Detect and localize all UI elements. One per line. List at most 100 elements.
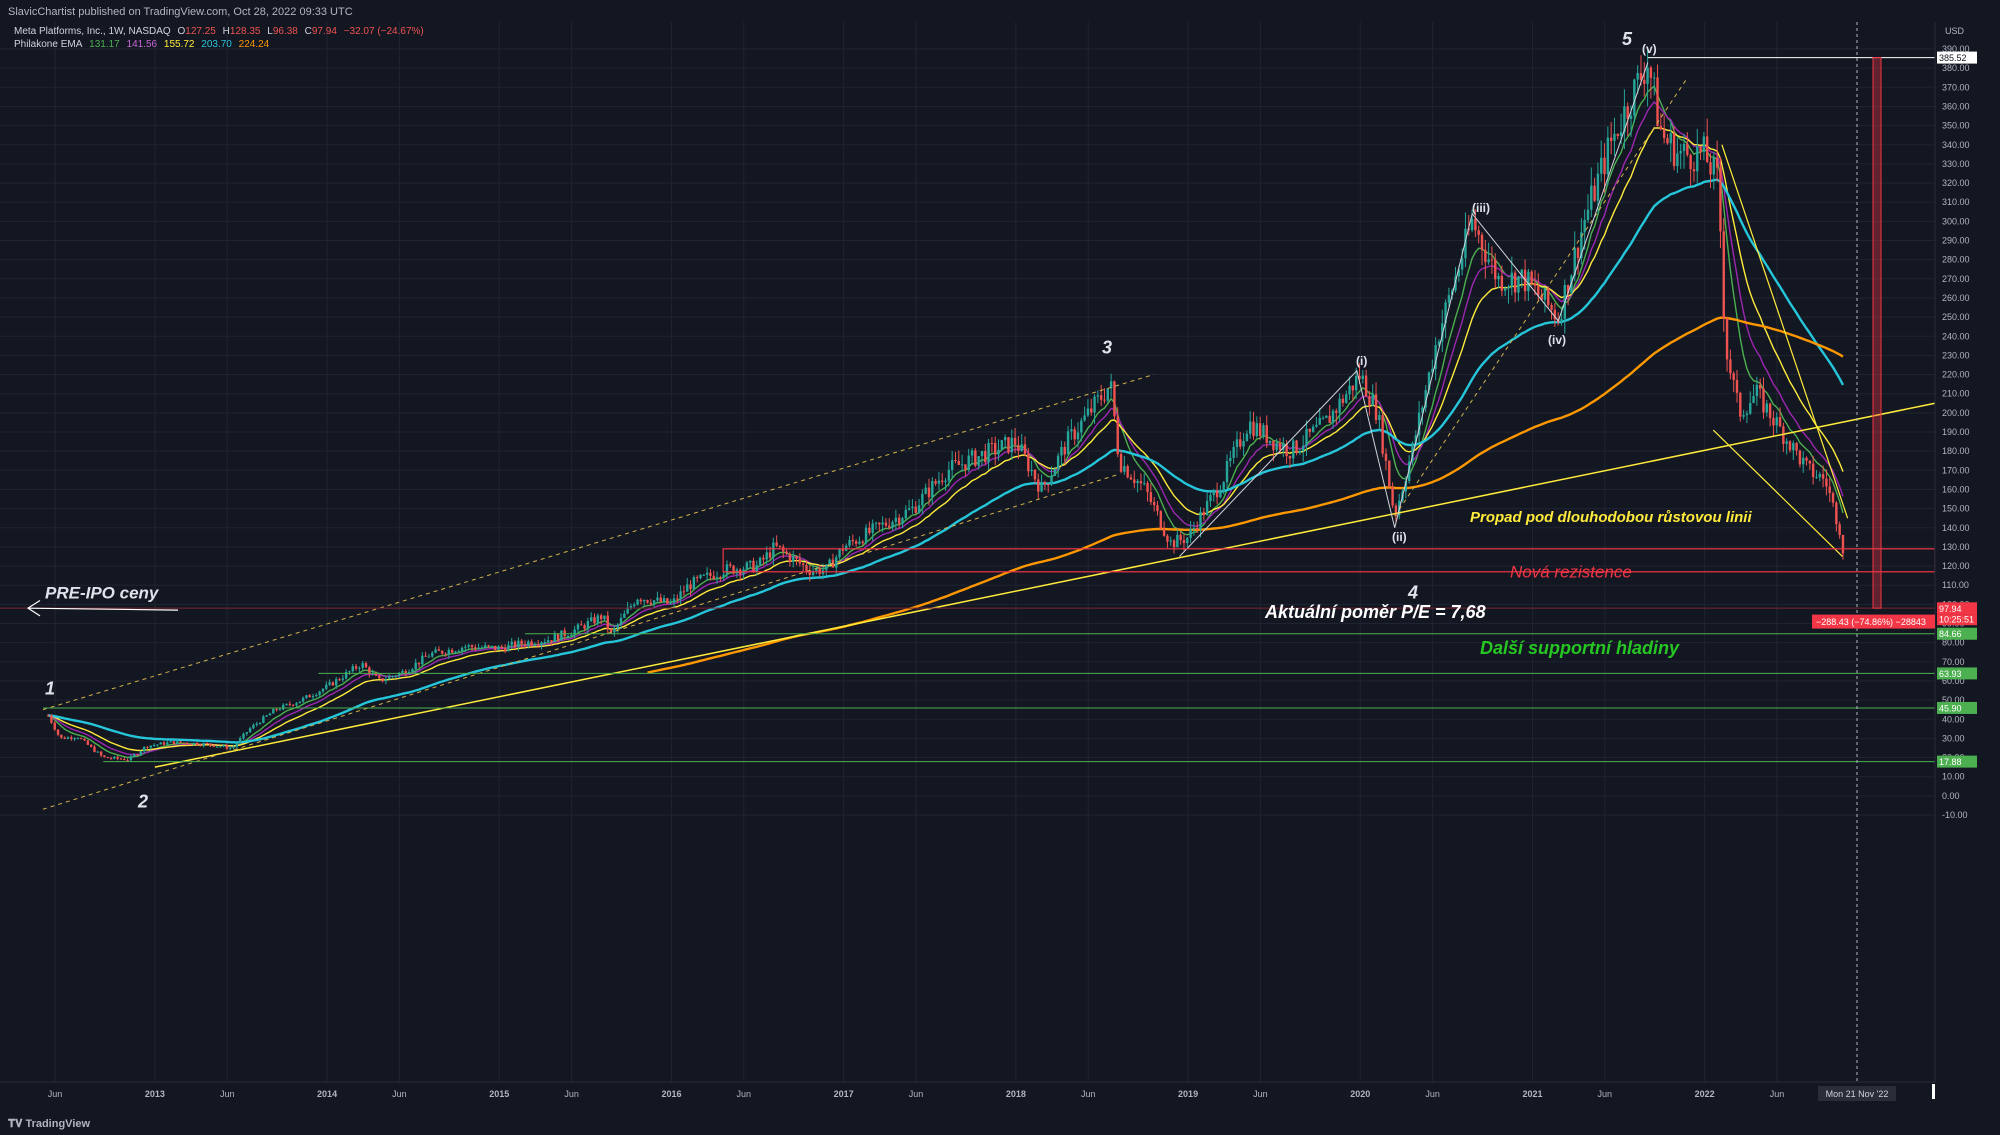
candle-up xyxy=(1255,423,1259,437)
candle-down xyxy=(1772,418,1775,426)
candle-up xyxy=(1232,447,1235,458)
candle-down xyxy=(189,744,192,746)
candle-down xyxy=(1113,381,1116,417)
candle-down xyxy=(1133,479,1136,484)
candle-up xyxy=(1123,466,1126,472)
candle-down xyxy=(719,577,722,579)
wave-3-label: 3 xyxy=(1102,337,1112,357)
pe-ratio-label: Aktuální poměr P/E = 7,68 xyxy=(1264,602,1486,622)
x-tick-label: 2013 xyxy=(145,1089,165,1099)
candle-up xyxy=(484,645,487,648)
candle-down xyxy=(199,745,202,747)
x-tick-label: Jun xyxy=(737,1089,752,1099)
candle-up xyxy=(321,688,325,692)
candle-down xyxy=(1841,534,1845,554)
candle-down xyxy=(556,634,560,641)
candle-down xyxy=(1656,77,1659,126)
candle-down xyxy=(762,557,765,560)
candle-down xyxy=(709,572,712,576)
candle-up xyxy=(838,548,841,558)
candle-down xyxy=(1335,410,1338,413)
y-tick-label: 310.00 xyxy=(1942,197,1970,207)
candle-down xyxy=(1811,463,1815,478)
candle-down xyxy=(1795,443,1798,451)
candle-down xyxy=(1288,456,1292,459)
candle-up xyxy=(1583,219,1586,233)
candle-down xyxy=(1278,442,1282,450)
candle-down xyxy=(83,738,86,741)
candle-down xyxy=(1758,384,1762,389)
candle-up xyxy=(1696,146,1699,172)
candle-down xyxy=(974,450,977,466)
candle-up xyxy=(517,640,520,648)
candle-down xyxy=(795,556,798,559)
y-tick-label: 110.00 xyxy=(1942,580,1969,590)
candle-up xyxy=(1298,450,1302,453)
candle-up xyxy=(623,613,626,618)
y-tick-label: 300.00 xyxy=(1942,216,1970,226)
candle-down xyxy=(50,715,53,723)
candle-up xyxy=(358,667,361,669)
candle-down xyxy=(1490,259,1494,261)
wave-4-label: 4 xyxy=(1407,583,1418,603)
candle-up xyxy=(1169,540,1172,542)
candle-up xyxy=(166,742,169,745)
candle-up xyxy=(1596,173,1600,201)
candle-down xyxy=(752,560,755,573)
candle-up xyxy=(265,715,268,717)
candle-down xyxy=(1046,484,1050,486)
candle-down xyxy=(1017,444,1020,451)
y-tick-label: 280.00 xyxy=(1942,255,1970,265)
candle-up xyxy=(391,676,394,678)
candle-down xyxy=(106,757,109,759)
candle-down xyxy=(1722,231,1725,319)
candle-up xyxy=(725,564,729,575)
price-chart[interactable]: USD390.00380.00370.00360.00350.00340.003… xyxy=(0,22,2000,1114)
candle-down xyxy=(1609,137,1613,141)
candle-up xyxy=(1613,133,1616,141)
y-tick-label: -10.00 xyxy=(1942,810,1968,820)
candle-up xyxy=(1487,259,1490,263)
candle-down xyxy=(1368,396,1371,406)
candle-up xyxy=(1053,468,1057,476)
chart-area[interactable]: USD 390.00 380.00 370.00 360.00 350.00 340.00 3… xyxy=(0,22,2000,1114)
candle-down xyxy=(861,541,864,544)
candle-up xyxy=(1305,428,1308,446)
candle-up xyxy=(950,460,954,470)
candle-up xyxy=(911,506,914,509)
candle-down xyxy=(1252,421,1255,437)
candle-up xyxy=(1219,491,1222,498)
candle-up xyxy=(411,669,414,672)
candle-down xyxy=(209,743,212,746)
candle-down xyxy=(1033,469,1037,480)
candle-up xyxy=(1560,318,1563,323)
tradingview-logo[interactable]: 𝐓𝐕 TradingView xyxy=(8,1118,90,1131)
candle-up xyxy=(1646,67,1649,84)
candle-up xyxy=(931,481,934,498)
candle-up xyxy=(467,645,470,647)
breakdown-label: Propad pod dlouhodobou růstovou linii xyxy=(1470,509,1752,526)
y-tick-label: 30.00 xyxy=(1942,733,1965,743)
candle-up xyxy=(1020,444,1023,451)
candle-down xyxy=(868,527,871,533)
symbol-name: Meta Platforms, Inc., 1W, NASDAQ xyxy=(14,26,171,37)
candle-down xyxy=(1037,479,1040,492)
candle-down xyxy=(927,487,931,498)
candle-down xyxy=(89,744,93,747)
candle-up xyxy=(1636,72,1639,80)
candle-down xyxy=(1179,534,1182,541)
candle-up xyxy=(298,701,301,704)
candle-down xyxy=(606,615,609,630)
candle-up xyxy=(510,641,513,645)
candle-up xyxy=(1497,275,1500,280)
candle-down xyxy=(364,663,368,668)
candle-up xyxy=(1225,460,1229,483)
candle-up xyxy=(702,574,705,576)
candle-up xyxy=(633,604,636,607)
candle-up xyxy=(755,565,758,573)
candle-down xyxy=(1258,423,1262,437)
candle-up xyxy=(454,651,457,653)
candle-up xyxy=(1209,494,1212,502)
candle-down xyxy=(941,480,944,483)
candle-up xyxy=(546,640,550,642)
